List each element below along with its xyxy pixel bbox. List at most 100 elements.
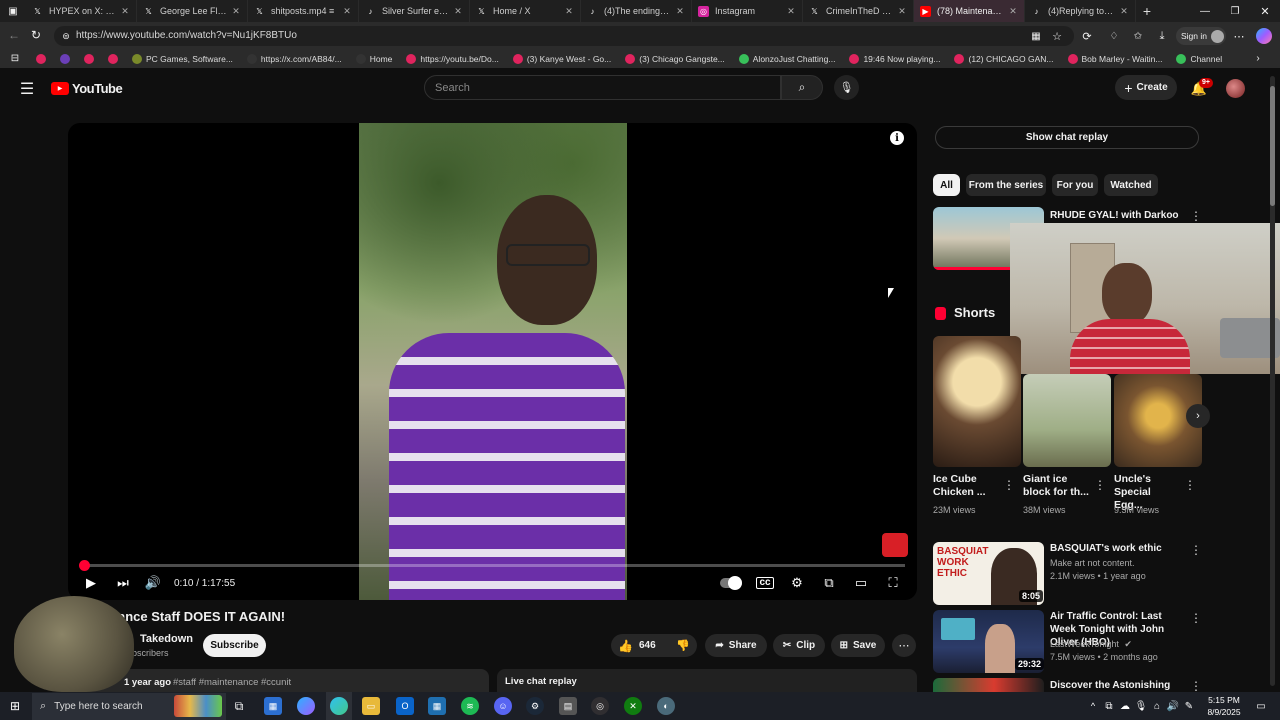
voice-search-button[interactable]: 🎙 <box>834 75 859 100</box>
rec-menu-top[interactable]: ⋮ <box>1190 209 1202 223</box>
bookmark-item[interactable]: Bob Marley - Waitin... <box>1067 53 1162 64</box>
theater-mode-button[interactable]: ▭ <box>852 573 870 593</box>
browser-tab[interactable]: 𝕏 CrimeInTheD ® on ✕ <box>803 0 914 22</box>
tab-close-icon[interactable]: ✕ <box>231 6 241 17</box>
search-input[interactable]: Search <box>424 75 781 100</box>
autoplay-toggle[interactable] <box>719 573 743 593</box>
maximize-button[interactable]: ❐ <box>1220 0 1250 22</box>
browser-essentials-icon[interactable]: ♢ <box>1107 29 1121 43</box>
chip-for-you[interactable]: For you <box>1052 174 1098 196</box>
bookmark-item[interactable]: (12) CHICAGO GAN... <box>954 53 1054 64</box>
bookmark-item[interactable]: (3) Chicago Gangste... <box>625 53 725 64</box>
more-menu-icon[interactable]: ⋯ <box>1232 29 1246 43</box>
settings-button[interactable]: ⚙ <box>788 573 806 593</box>
windows-start-icon[interactable]: ⊞ <box>6 697 24 715</box>
bookmark-item[interactable]: AlonzoJust Chatting... <box>738 53 835 64</box>
fullscreen-button[interactable]: ⛶ <box>884 573 902 593</box>
favorite-star-icon[interactable]: ☆ <box>1050 29 1064 43</box>
tab-actions-icon[interactable]: ▣ <box>0 0 26 22</box>
bookmark-item[interactable] <box>108 53 122 64</box>
sign-in-button[interactable]: Sign in <box>1176 27 1226 45</box>
browser-tab[interactable]: ♪ Silver Surfer en el u ✕ <box>359 0 470 22</box>
bookmark-item[interactable]: 19:46 Now playing... <box>849 53 940 64</box>
file-explorer-icon[interactable]: ▭ <box>362 697 380 715</box>
tab-close-icon[interactable]: ✕ <box>120 6 130 17</box>
rec-menu-2[interactable]: ⋮ <box>1190 611 1202 625</box>
browser-tab[interactable]: 𝕏shitposts.mp4 ≡ ✕ <box>248 0 359 22</box>
bookmark-item[interactable]: (3) Kanye West - Go... <box>512 53 611 64</box>
search-button[interactable]: ⌕ <box>781 75 823 100</box>
app-icon-9[interactable]: ▤ <box>559 697 577 715</box>
rec-menu-1[interactable]: ⋮ <box>1190 543 1202 557</box>
rec-title-top[interactable]: RHUDE GYAL! with Darkoo <box>1050 209 1180 222</box>
show-chat-replay-button[interactable]: Show chat replay <box>935 126 1199 149</box>
pen-tray-icon[interactable]: ✎ <box>1180 697 1198 715</box>
play-button[interactable]: ▶ <box>82 573 100 593</box>
spotify-icon[interactable]: ≋ <box>461 697 479 715</box>
clock[interactable]: 5:15 PM 8/9/2025 <box>1204 694 1244 718</box>
shorts-next-button[interactable]: › <box>1186 404 1210 428</box>
favorites-icon[interactable]: ✩ <box>1131 29 1145 43</box>
progress-scrubber[interactable] <box>79 560 90 571</box>
extensions-icon[interactable]: ⟳ <box>1080 29 1094 43</box>
refresh-icon[interactable]: ↻ <box>28 26 44 44</box>
browser-tab[interactable]: ♪ (4)The ending to th ✕ <box>581 0 692 22</box>
subscribe-button[interactable]: Subscribe <box>203 634 266 657</box>
short-thumbnail-1[interactable] <box>933 336 1021 467</box>
next-button[interactable]: ⏭ <box>114 573 132 593</box>
tab-close-icon[interactable]: ✕ <box>897 6 907 17</box>
downloads-icon[interactable]: ⤓ <box>1155 29 1169 43</box>
tab-close-icon[interactable]: ✕ <box>342 6 352 17</box>
tab-close-icon[interactable]: ✕ <box>453 6 463 17</box>
dislike-button[interactable]: 👎 <box>673 634 693 657</box>
collections-icon[interactable]: ⊟ <box>8 53 22 64</box>
captions-button[interactable]: cc <box>756 573 774 593</box>
browser-tab[interactable]: ◎ Instagram ✕ <box>692 0 803 22</box>
page-scrollbar[interactable] <box>1270 76 1275 686</box>
clip-button[interactable]: ✂ Clip <box>773 634 825 657</box>
notification-center-icon[interactable]: ▭ <box>1252 697 1270 715</box>
miniplayer-button[interactable]: ⧉ <box>820 573 838 593</box>
url-text[interactable]: https://www.youtube.com/watch?v=Nu1jKF8B… <box>76 30 297 41</box>
hashtags[interactable]: #staff #maintenance #ccunit <box>173 677 291 688</box>
youtube-logo[interactable]: ▶ YouTube <box>51 81 123 96</box>
share-button[interactable]: ➦ Share <box>705 634 767 657</box>
more-actions-button[interactable]: ⋯ <box>892 634 916 657</box>
create-button[interactable]: + Create <box>1115 75 1177 100</box>
short-menu-2[interactable]: ⋮ <box>1094 478 1106 492</box>
account-avatar[interactable] <box>1226 79 1245 98</box>
rec-title-1[interactable]: BASQUIAT's work ethic <box>1050 542 1185 555</box>
back-icon[interactable]: ← <box>6 26 22 44</box>
browser-tab[interactable]: 𝕏 George Lee Floyd (I ✕ <box>137 0 248 22</box>
rec-channel-2[interactable]: LastWeekTonight ✔ <box>1050 639 1132 650</box>
rec-channel-1[interactable]: Make art not content. <box>1050 558 1135 568</box>
bookmark-item[interactable]: PC Games, Software... <box>132 53 233 64</box>
split-view-icon[interactable]: ▦ <box>1030 29 1042 43</box>
bookmark-item[interactable] <box>60 53 74 64</box>
microsoft-store-icon[interactable]: ▦ <box>264 697 282 715</box>
tab-close-icon[interactable]: ✕ <box>1119 6 1129 17</box>
live-chat-replay-panel[interactable]: Live chat replay <box>497 669 917 692</box>
short-title-2[interactable]: Giant ice block for th... <box>1023 473 1091 499</box>
steam-icon[interactable]: ⚙ <box>526 697 544 715</box>
volume-button[interactable]: 🔊 <box>144 573 162 593</box>
short-menu-1[interactable]: ⋮ <box>1003 478 1015 492</box>
browser-tab[interactable]: ▶ (78) Maintenance S ✕ <box>914 0 1025 22</box>
books-widget-icon[interactable] <box>174 695 222 717</box>
minimize-button[interactable]: — <box>1190 0 1220 22</box>
bookmark-item[interactable]: https://youtu.be/Do... <box>406 53 499 64</box>
tab-close-icon[interactable]: ✕ <box>786 6 796 17</box>
save-button[interactable]: ⊞ Save <box>831 634 885 657</box>
discord-icon[interactable]: ☺ <box>494 697 512 715</box>
bookmark-item[interactable]: https://x.com/AB84/... <box>246 53 342 64</box>
bookmark-item[interactable]: Home <box>355 53 392 64</box>
chip-watched[interactable]: Watched <box>1104 174 1158 196</box>
video-player[interactable]: i ▶ ⏭ 🔊 0:10 / 1:17:55 cc ⚙ ⧉ ▭ ⛶ <box>68 123 917 600</box>
chip-from-the-series[interactable]: From the series <box>966 174 1046 196</box>
tab-close-icon[interactable]: ✕ <box>1008 6 1018 17</box>
bookmark-item[interactable] <box>84 53 98 64</box>
close-window-button[interactable]: ✕ <box>1250 0 1280 22</box>
rec-thumbnail-3[interactable] <box>933 678 1044 692</box>
tab-close-icon[interactable]: ✕ <box>675 6 685 17</box>
info-icon[interactable]: i <box>890 131 904 145</box>
